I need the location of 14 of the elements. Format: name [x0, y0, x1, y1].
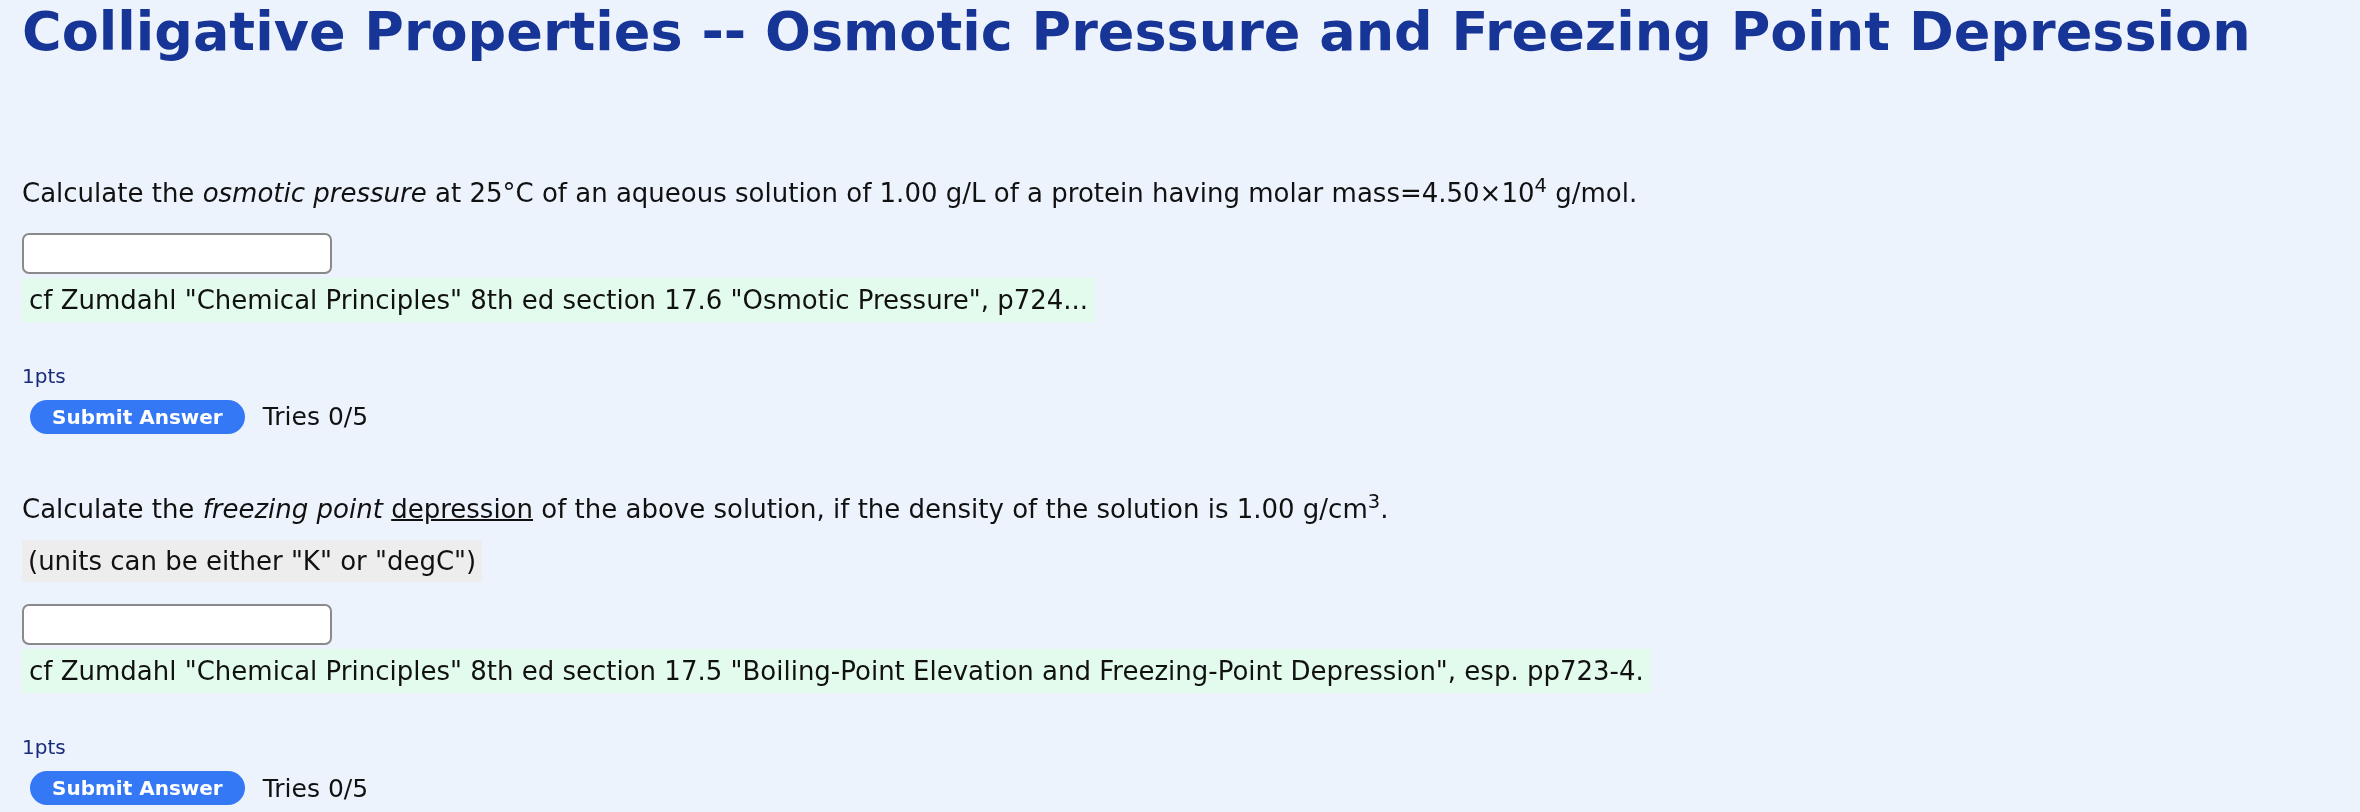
points-label: 1pts: [22, 363, 66, 388]
page-title: Colligative Properties -- Osmotic Pressure and Freezing Point Depression: [22, 0, 2252, 62]
submit-answer-button[interactable]: Submit Answer: [30, 771, 245, 806]
hint-text: cf Zumdahl "Chemical Principles" 8th ed section 17.5 "Boiling-Point Elevation and Freezing-Point Depression", esp. pp723-4.: [22, 649, 1651, 694]
submit-answer-button[interactable]: Submit Answer: [30, 399, 245, 434]
question-text: Calculate the freezing point depression of the above solution, if the density of the solution is 1.00 g/cm$^{3}$.: [22, 488, 1389, 526]
answer-field[interactable]: [22, 604, 332, 646]
tries-counter: Tries 0/5: [262, 773, 369, 803]
points-label: 1pts: [22, 735, 66, 760]
answer-field[interactable]: [22, 232, 332, 274]
units-note: (units can be either "K" or "degC"): [22, 540, 483, 583]
hint-text: cf Zumdahl "Chemical Principles" 8th ed section 17.6 "Osmotic Pressure", p724...: [22, 277, 1096, 322]
tries-counter: Tries 0/5: [262, 402, 369, 432]
question-text: Calculate the osmotic pressure at 25°C of an aqueous solution of 1.00 g/L of a protein having molar mass=4.50×10$^{4}$ g/mol.: [22, 173, 1638, 210]
